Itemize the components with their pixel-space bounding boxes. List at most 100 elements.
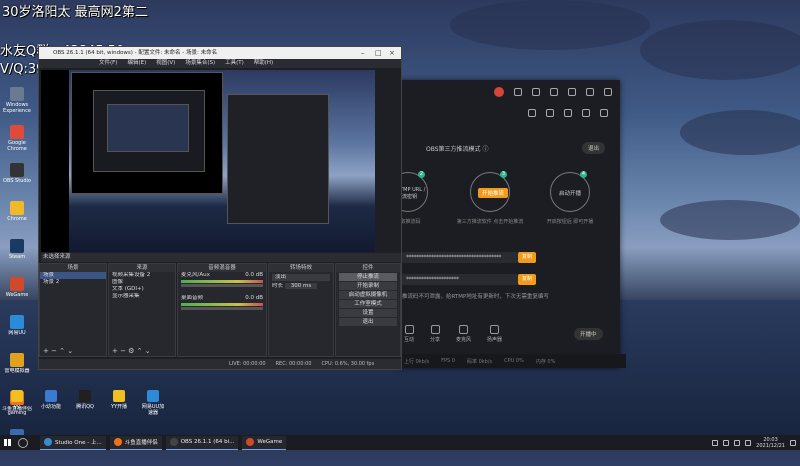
desktop-icon[interactable]: Windows Experience [2, 87, 32, 123]
duration-label: 时长 [272, 283, 284, 289]
settings-button[interactable]: 设置 [339, 309, 397, 317]
qq-icon [79, 390, 91, 402]
stream-key-field[interactable]: ********************* [402, 274, 518, 285]
message-icon[interactable] [514, 88, 522, 96]
desktop-icon[interactable]: 雷电模拟器 [2, 353, 32, 389]
obs-menu-item[interactable]: 文件(F) [99, 59, 117, 68]
network-icon[interactable] [723, 439, 730, 446]
tool-label: 互动 [404, 337, 415, 343]
maximize-icon[interactable] [586, 88, 594, 96]
cloud [680, 110, 800, 155]
bell-icon[interactable] [582, 109, 590, 117]
start-recording-button[interactable]: 开始录制 [339, 282, 397, 290]
source-item[interactable]: 文本 (GDI+) [109, 286, 175, 293]
scene-item[interactable]: 场景 [40, 272, 106, 279]
desktop-icon[interactable]: 小幼功能 [38, 390, 64, 416]
exit-mode-button[interactable]: 退出 [582, 142, 606, 154]
obs-preview[interactable] [41, 70, 375, 252]
source-item[interactable]: 图像 [109, 279, 175, 286]
taskbar-task[interactable]: OBS 26.1.1 (64 bi... [165, 435, 239, 450]
volume-meter [181, 303, 263, 306]
source-item[interactable]: 显示器采集 [109, 293, 175, 300]
desktop-icon[interactable]: 腾讯QQ [72, 390, 98, 416]
obs-menu-item[interactable]: 工具(T) [225, 59, 244, 68]
transition-duration-row: 时长 300 ms [269, 283, 333, 290]
volume-slider[interactable] [181, 284, 263, 287]
desktop-icon[interactable]: WeGame [2, 277, 32, 313]
skin-icon[interactable] [532, 88, 540, 96]
tool-interact[interactable]: 互动 [404, 325, 414, 343]
duration-input[interactable]: 300 ms [284, 283, 318, 289]
obs-menu-item[interactable]: 场景集合(S) [185, 59, 215, 68]
avatar[interactable] [494, 87, 504, 97]
obs-window: OBS 26.1.1 (64 bit, windows) - 配置文件: 未命名… [38, 46, 402, 370]
taskbar-task[interactable]: WeGame [242, 435, 287, 450]
obs-menu-item[interactable]: 编辑(E) [127, 59, 146, 68]
copy-url-button[interactable]: 复制 [518, 252, 536, 263]
channel-name: 桌面音频 [181, 295, 204, 301]
desktop-icon-label: Windows Experience [3, 102, 31, 114]
notification-icon[interactable] [790, 439, 796, 446]
minimize-icon[interactable] [568, 88, 576, 96]
close-icon[interactable] [604, 88, 612, 96]
task-label: OBS 26.1.1 (64 bi... [180, 439, 235, 445]
desktop-icon[interactable]: 网易UU [2, 315, 32, 351]
desktop-icon[interactable]: 网易UU加速器 [140, 390, 166, 416]
desktop-icon-label: 网易UU加速器 [141, 404, 165, 416]
virtual-camera-button[interactable]: 启动虚拟摄像机 [339, 291, 397, 299]
exit-button[interactable]: 退出 [339, 318, 397, 326]
start-push-button[interactable]: 开始推流 [478, 188, 509, 198]
tool-speaker[interactable]: 扬声器 [487, 325, 502, 343]
transition-select[interactable]: 淡出 [272, 274, 330, 281]
close-icon[interactable]: × [389, 47, 395, 59]
step-inner-label: 启动开播 [559, 191, 582, 197]
transitions-dock: 转场特效 淡出 时长 300 ms [268, 263, 334, 357]
clock[interactable]: 20:03 2021/12/21 [756, 437, 785, 449]
volume-icon[interactable] [734, 439, 741, 446]
desktop-icon-label: OBS Studio [3, 178, 31, 184]
rec-time: REC: 00:00:00 [275, 361, 312, 367]
desktop-icon[interactable]: OBS Studio [2, 163, 32, 199]
desktop-icon[interactable]: Steam [2, 239, 32, 275]
studio-mode-button[interactable]: 工作室模式 [339, 300, 397, 308]
shop-icon[interactable] [564, 109, 572, 117]
gift-icon[interactable] [528, 109, 536, 117]
maximize-icon[interactable]: □ [375, 47, 382, 59]
desktop-icon-label: 雷电模拟器 [4, 368, 30, 374]
taskbar-task[interactable]: 斗鱼直播伴侣 [109, 435, 162, 450]
desktop-icon-label: Chrome [7, 216, 27, 222]
stop-stream-button[interactable]: 停止推流 [339, 273, 397, 281]
taskbar-task[interactable]: Studio One - 上... [40, 435, 106, 450]
minimize-icon[interactable]: – [361, 47, 365, 59]
app-icon [44, 438, 52, 446]
start-button[interactable] [0, 435, 14, 450]
desktop-icon[interactable]: yy gaming [4, 390, 30, 416]
ime-icon[interactable] [745, 439, 752, 446]
rtmp-url-field[interactable]: ************************************** [402, 252, 518, 263]
volume-meter [181, 280, 263, 283]
tool-share[interactable]: 分享 [430, 325, 440, 343]
scene-controls[interactable]: + − ⌃ ⌄ [40, 347, 106, 356]
grid-icon[interactable] [546, 109, 554, 117]
menu-icon[interactable] [550, 88, 558, 96]
obs-menu-item[interactable]: 视图(V) [156, 59, 175, 68]
source-item[interactable]: 视频采集设备 2 [109, 272, 175, 279]
desktop-icon[interactable]: Google Chrome [2, 125, 32, 161]
share-icon[interactable] [600, 109, 608, 117]
source-controls[interactable]: + − ⚙ ⌃ ⌄ [109, 347, 175, 356]
scene-item[interactable]: 场景 2 [40, 279, 106, 286]
step-badge: 3 [500, 171, 507, 178]
streamer-toolbar [398, 104, 620, 122]
desktop-icon[interactable]: YY开播 [106, 390, 132, 416]
desktop-icon[interactable]: Chrome [2, 201, 32, 237]
live-button[interactable]: 开播中 [574, 328, 603, 340]
search-icon[interactable] [18, 437, 28, 448]
desktop-icon-label: WeGame [5, 292, 29, 298]
tool-microphone[interactable]: 麦克风 [456, 325, 471, 343]
obs-menu-item[interactable]: 帮助(H) [254, 59, 273, 68]
chevron-up-icon[interactable] [712, 439, 719, 446]
volume-slider[interactable] [181, 307, 263, 310]
streamer-titlebar [398, 80, 620, 104]
copy-key-button[interactable]: 复制 [518, 274, 536, 285]
system-tray: 20:03 2021/12/21 [712, 437, 800, 449]
